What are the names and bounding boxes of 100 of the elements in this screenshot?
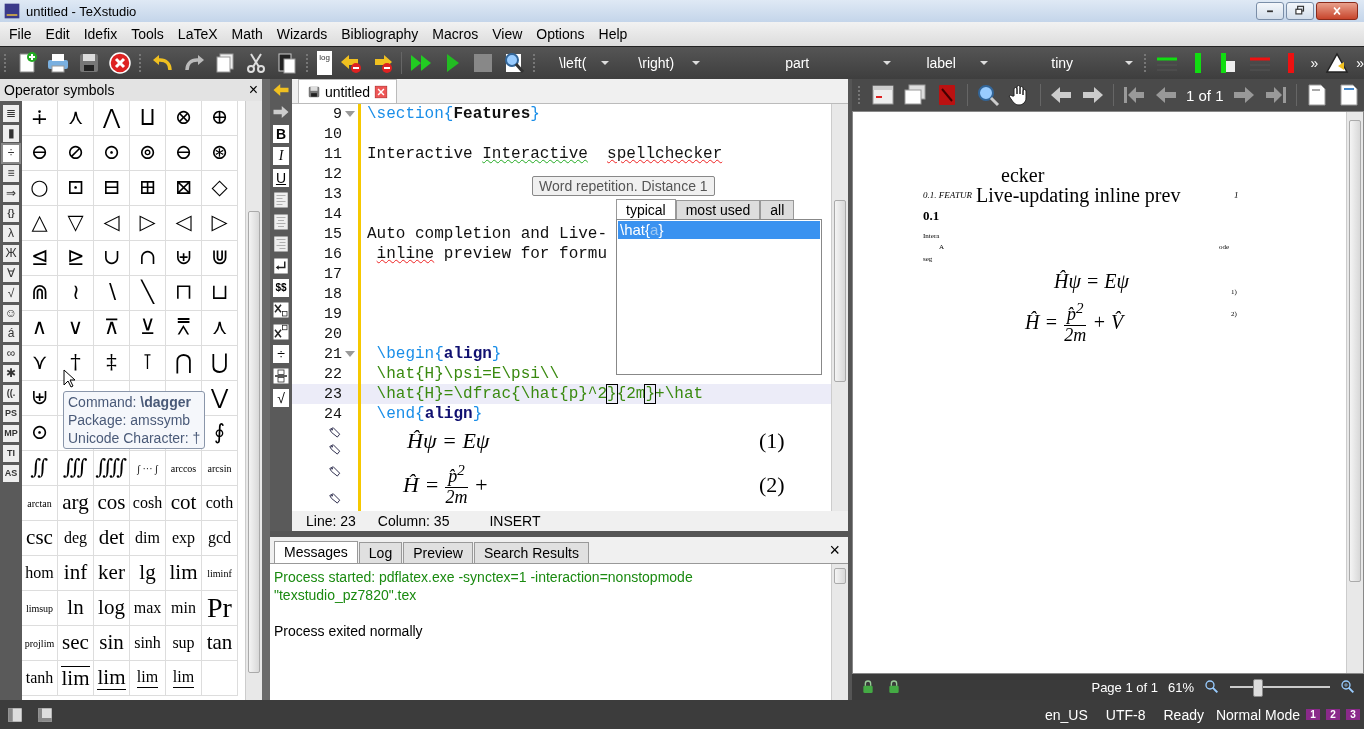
symbol-cell[interactable]: ◇ — [202, 171, 238, 206]
symbol-cell[interactable]: ∔ — [22, 101, 58, 136]
symbol-cell[interactable]: ⩞ — [166, 311, 202, 346]
symbol-cell[interactable]: tanh — [22, 661, 58, 696]
align-right-icon[interactable] — [272, 235, 290, 253]
symbol-cell[interactable]: liminf — [202, 556, 238, 591]
category-tab[interactable]: {} — [3, 205, 19, 222]
symbol-cell[interactable]: ⋀ — [94, 101, 130, 136]
close-tab-icon[interactable] — [374, 84, 389, 99]
zoom-dropdown[interactable]: 61% — [1167, 679, 1194, 695]
more-button[interactable]: » — [1356, 55, 1364, 71]
symbol-cell[interactable]: ∬ — [22, 451, 58, 486]
symbol-cell[interactable]: ∫ ··· ∫ — [130, 451, 166, 486]
window-icon[interactable] — [871, 83, 895, 107]
category-tab[interactable]: AS — [3, 465, 19, 482]
symbol-cell[interactable]: ⊎ — [166, 241, 202, 276]
category-tab[interactable]: PS — [3, 405, 19, 422]
menu-item[interactable]: Bibliography — [334, 26, 426, 42]
close-document-icon[interactable] — [108, 51, 133, 75]
category-tab[interactable]: ((. — [3, 385, 19, 402]
symbol-cell[interactable]: ⋒ — [22, 276, 58, 311]
symbol-cell[interactable]: hom — [22, 556, 58, 591]
symbol-cell[interactable]: ○ — [22, 171, 58, 206]
symbol-cell[interactable]: log — [94, 591, 130, 626]
symbol-cell[interactable]: ⋏ — [58, 101, 94, 136]
symbol-cell[interactable]: coth — [202, 486, 238, 521]
menu-item[interactable]: Wizards — [269, 26, 335, 42]
restore-button[interactable] — [1286, 2, 1314, 20]
completion-tab[interactable]: most used — [675, 200, 761, 219]
symbol-cell[interactable]: ∭ — [58, 451, 94, 486]
panel-icon[interactable] — [36, 705, 54, 724]
document-tab[interactable]: untitled — [298, 79, 398, 103]
symbol-cell[interactable]: ∨ — [58, 311, 94, 346]
symbol-cell[interactable]: lim — [166, 556, 202, 591]
symbol-cell[interactable]: ⊖ — [166, 136, 202, 171]
symbol-cell[interactable]: ≀ — [58, 276, 94, 311]
windows-icon[interactable] — [903, 83, 927, 107]
sidebar-icon[interactable] — [6, 705, 24, 724]
symbol-cell[interactable]: ⊻ — [130, 311, 166, 346]
category-tab[interactable]: ≣ — [3, 105, 19, 122]
fraction-icon[interactable] — [272, 367, 290, 385]
subscript-icon[interactable] — [272, 301, 290, 319]
symbol-cell[interactable]: ∩ — [130, 241, 166, 276]
close-button[interactable]: × — [829, 539, 840, 561]
category-tab[interactable]: λ — [3, 225, 19, 242]
scrollbar[interactable] — [1346, 112, 1363, 673]
symbol-cell[interactable]: ⋏ — [202, 311, 238, 346]
menu-item[interactable]: LaTeX — [170, 26, 225, 42]
dropdown[interactable]: tiny — [999, 51, 1138, 75]
preview-arrow-icon[interactable] — [328, 442, 342, 457]
category-tab[interactable]: ≡ — [3, 165, 19, 182]
symbol-cell[interactable]: ⊗ — [166, 101, 202, 136]
symbol-cell[interactable]: ▽ — [58, 206, 94, 241]
log-button[interactable]: log — [316, 51, 333, 75]
close-button[interactable] — [1316, 2, 1358, 20]
symbol-cell[interactable]: ⊚ — [130, 136, 166, 171]
lock-icon[interactable] — [886, 679, 902, 695]
math-mode-button[interactable]: $$ — [273, 279, 289, 297]
symbol-cell[interactable]: ▷ — [202, 206, 238, 241]
symbol-cell[interactable]: max — [130, 591, 166, 626]
symbol-cell[interactable]: ⊙ — [94, 136, 130, 171]
underline-button[interactable]: U — [273, 169, 289, 187]
dropdown[interactable]: \left( — [544, 51, 614, 75]
symbol-cell[interactable]: ⊘ — [58, 136, 94, 171]
symbol-cell[interactable]: ⊖ — [22, 136, 58, 171]
symbol-cell[interactable]: ⊕ — [202, 101, 238, 136]
bold-button[interactable]: B — [273, 125, 289, 143]
status-dropdown[interactable]: UTF-8 — [1105, 706, 1146, 723]
symbol-cell[interactable]: ‡ — [94, 346, 130, 381]
zoom-in-icon[interactable] — [1340, 679, 1356, 695]
symbol-cell[interactable]: lim — [58, 661, 94, 696]
menu-item[interactable]: Help — [591, 26, 635, 42]
scrollbar[interactable] — [245, 101, 262, 700]
scrollbar[interactable] — [831, 564, 848, 700]
category-tab[interactable]: ☺ — [3, 305, 19, 322]
category-tab[interactable]: TI — [3, 445, 19, 462]
status-dropdown[interactable]: en_US — [1045, 706, 1088, 723]
symbol-cell[interactable]: ⊎ — [22, 381, 58, 416]
symbol-cell[interactable]: ⊟ — [94, 171, 130, 206]
panel-tab[interactable]: Preview — [403, 542, 473, 563]
menu-item[interactable]: Math — [224, 26, 270, 42]
preview-arrow-icon[interactable] — [328, 464, 342, 479]
category-tab[interactable]: ∞ — [3, 345, 19, 362]
symbol-cell[interactable]: ⊛ — [202, 136, 238, 171]
symbol-cell[interactable]: sec — [58, 626, 94, 661]
dropdown[interactable]: label — [902, 51, 993, 75]
preview-arrow-icon[interactable] — [328, 491, 342, 506]
align-left-icon[interactable] — [272, 191, 290, 209]
printer-icon[interactable] — [46, 51, 71, 75]
symbol-cell[interactable]: sinh — [130, 626, 166, 661]
symbol-cell[interactable]: sin — [94, 626, 130, 661]
symbol-cell[interactable]: ⊺ — [130, 346, 166, 381]
symbol-cell[interactable]: ∪ — [94, 241, 130, 276]
symbol-cell[interactable]: ⋃ — [202, 346, 238, 381]
symbol-cell[interactable]: ∧ — [22, 311, 58, 346]
zoom-slider-thumb[interactable] — [1253, 679, 1263, 697]
symbol-cell[interactable]: csc — [22, 521, 58, 556]
completion-tab[interactable]: typical — [616, 199, 676, 219]
symbol-cell[interactable]: lim — [94, 661, 130, 696]
align-center-icon[interactable] — [272, 213, 290, 231]
